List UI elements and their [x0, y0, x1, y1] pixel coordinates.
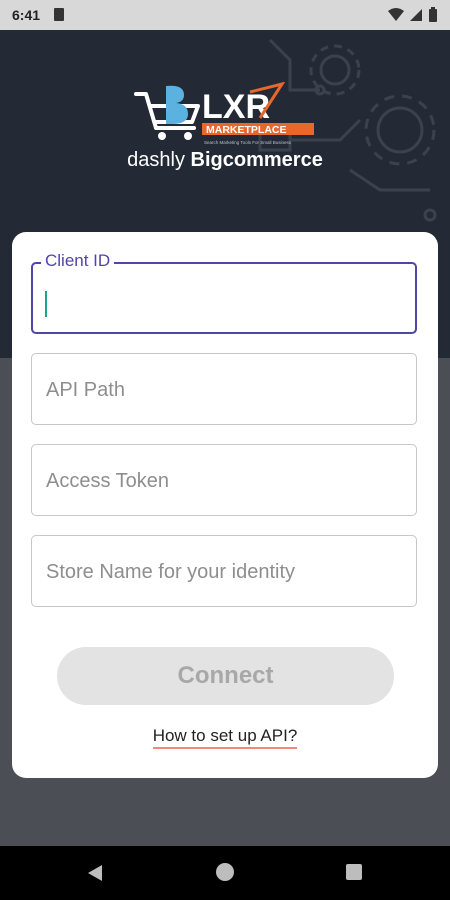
recent-apps-icon[interactable]	[346, 864, 362, 880]
brand-name: Bigcommerce	[190, 149, 323, 171]
svg-text:LXR: LXR	[202, 88, 270, 126]
connect-form-card: Client ID API Path Access Token Store Na…	[12, 232, 438, 778]
status-bar: 6:41	[0, 0, 450, 30]
wifi-icon	[388, 8, 404, 21]
back-icon[interactable]	[87, 864, 103, 882]
access-token-placeholder: Access Token	[46, 470, 170, 492]
access-token-field[interactable]: Access Token	[31, 444, 417, 516]
brand-title: dashly Bigcommerce	[0, 149, 450, 172]
store-name-placeholder: Store Name for your identity	[46, 561, 295, 583]
help-link-container: How to set up API?	[12, 726, 438, 749]
svg-text:MARKETPLACE: MARKETPLACE	[206, 124, 287, 136]
sd-card-icon	[54, 8, 64, 21]
status-icons	[388, 7, 437, 22]
battery-icon	[429, 7, 437, 22]
home-icon[interactable]	[216, 863, 234, 881]
status-time: 6:41	[12, 7, 41, 23]
navigation-bar	[0, 846, 450, 900]
api-path-placeholder: API Path	[46, 379, 125, 401]
client-id-field[interactable]: Client ID	[31, 251, 417, 334]
connect-button[interactable]: Connect	[57, 647, 394, 705]
store-name-field[interactable]: Store Name for your identity	[31, 535, 417, 607]
client-id-label: Client ID	[41, 251, 115, 271]
text-cursor	[45, 291, 47, 317]
svg-text:Search Marketing Tools For Sma: Search Marketing Tools For Small Busines…	[204, 140, 292, 145]
how-to-setup-api-link[interactable]: How to set up API?	[152, 726, 298, 749]
signal-icon	[410, 9, 422, 21]
api-path-field[interactable]: API Path	[31, 353, 417, 425]
brand-prefix: dashly	[127, 149, 185, 171]
